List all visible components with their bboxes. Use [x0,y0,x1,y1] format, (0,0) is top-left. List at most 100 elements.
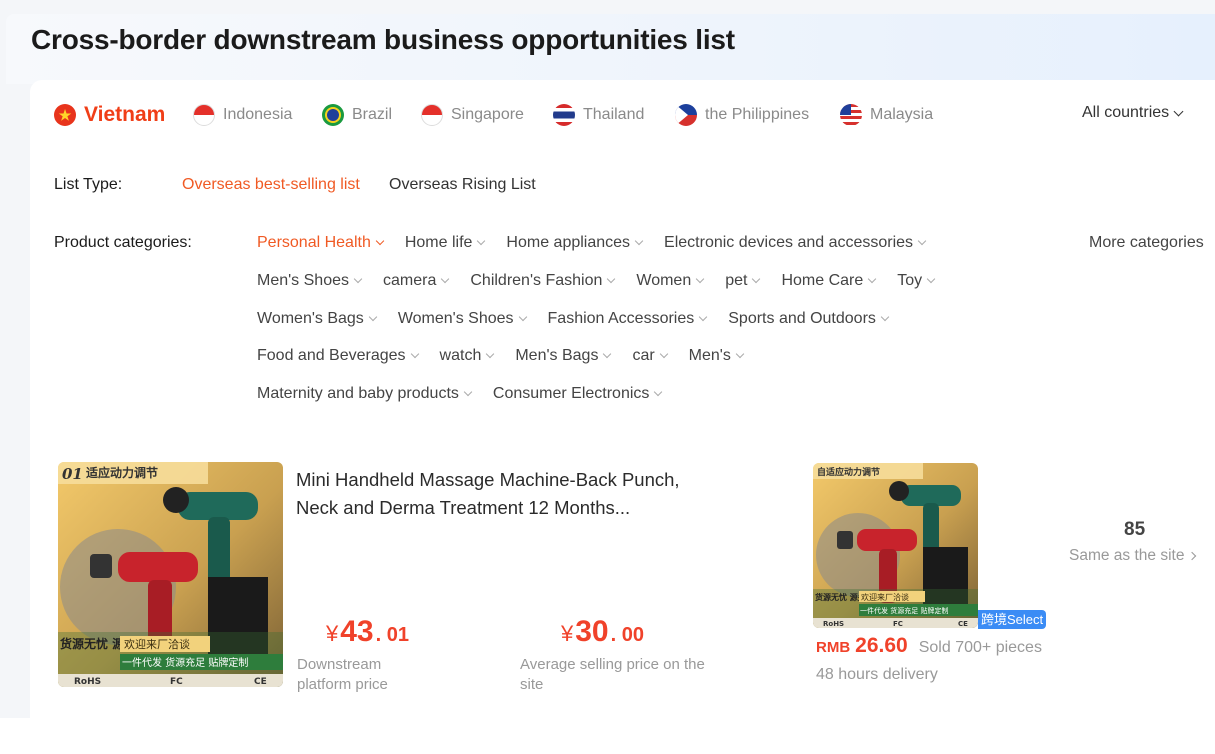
category-label: Home Care [781,272,864,289]
category-label: Men's Shoes [257,272,349,289]
thailand-flag-icon [553,104,575,126]
select-badge: 跨境Select [978,610,1047,629]
brazil-flag-icon [322,104,344,126]
category-label: Electronic devices and accessories [664,234,914,251]
price-integer: 30 [575,615,609,648]
chevron-down-icon [607,274,616,284]
image-banner-text: 自适应动力调节 [817,466,880,478]
country-label: Malaysia [870,106,934,123]
category-label: Consumer Electronics [492,385,650,402]
chevron-down-icon [518,312,527,322]
category-label: Women's Bags [257,310,364,327]
category-car[interactable]: car [632,347,668,365]
average-price: ¥ 30 . 00 [561,615,644,649]
category-label: Women [636,272,692,289]
category-mens-shoes[interactable]: Men's Shoes [257,272,363,290]
same-as-site-link[interactable]: Same as the site [1069,547,1197,565]
category-row: Men's Shoes camera Children's Fashion Wo… [257,272,936,290]
category-maternity-baby[interactable]: Maternity and baby products [257,385,473,403]
downstream-price: ¥ 43 . 01 [326,615,409,649]
country-label: the Philippines [705,106,810,123]
category-label: Food and Beverages [257,347,406,364]
currency-symbol: ¥ [561,621,574,646]
category-camera[interactable]: camera [383,272,450,290]
image-banner-text: 适应动力调节 [86,465,158,480]
category-label: Maternity and baby products [257,385,459,402]
source-price: 26.60 [855,634,908,657]
list-type-label: List Type: [54,176,123,193]
singapore-flag-icon [421,104,443,126]
country-tab-philippines[interactable]: the Philippines [675,100,809,130]
country-tab-brazil[interactable]: Brazil [322,100,392,130]
category-row: Personal Health Home life Home appliance… [257,234,927,252]
country-label: Singapore [451,106,524,123]
chevron-down-icon [654,387,663,397]
price-decimal: . 00 [610,624,644,646]
chevron-down-icon [868,274,877,284]
source-product-image[interactable]: 自适应动力调节 货源无忧 源头厂家 欢迎来厂洽谈 一件代发 货源充足 贴牌定制 … [813,463,978,628]
category-electronic-devices[interactable]: Electronic devices and accessories [664,234,927,252]
chevron-down-icon [441,274,450,284]
category-personal-health[interactable]: Personal Health [257,234,385,252]
category-childrens-fashion[interactable]: Children's Fashion [470,272,616,290]
rank-label: 01 [62,465,83,483]
category-home-appliances[interactable]: Home appliances [506,234,644,252]
category-consumer-electronics[interactable]: Consumer Electronics [492,385,663,403]
chevron-down-icon [699,312,708,322]
category-sports-outdoors[interactable]: Sports and Outdoors [728,310,890,328]
chevron-down-icon [353,274,363,284]
chevron-down-icon [463,387,473,397]
category-womens-bags[interactable]: Women's Bags [257,310,378,328]
chevron-right-icon [1188,551,1197,561]
all-countries-label: All countries [1082,104,1170,121]
category-home-life[interactable]: Home life [405,234,486,252]
indonesia-flag-icon [193,104,215,126]
category-womens-shoes[interactable]: Women's Shoes [397,310,527,328]
chevron-down-icon [752,274,761,284]
category-watch[interactable]: watch [440,347,495,365]
rohs-label: RoHS [823,620,844,628]
category-pet[interactable]: pet [725,272,761,290]
product-image[interactable]: 01 适应动力调节 货源无忧 源头厂家 欢迎来厂洽谈 一件代发 货源充足 贴牌定… [58,462,283,687]
category-mens-bags[interactable]: Men's Bags [515,347,612,365]
currency-symbol: ¥ [326,621,339,646]
category-food-beverages[interactable]: Food and Beverages [257,347,419,365]
more-categories-link[interactable]: More categories [1089,234,1204,252]
category-toy[interactable]: Toy [897,272,936,290]
price-decimal: . 01 [375,624,409,646]
category-label: camera [383,272,437,289]
image-service-text: 一件代发 货源充足 贴牌定制 [122,656,248,669]
category-label: car [632,347,655,364]
category-home-care[interactable]: Home Care [781,272,877,290]
country-tab-singapore[interactable]: Singapore [421,100,524,130]
chevron-down-icon [603,349,612,359]
ce-label: CE [958,620,968,628]
rohs-label: RoHS [74,677,101,687]
all-countries-dropdown[interactable]: All countries [1082,104,1184,122]
delivery-time: 48 hours delivery [816,666,938,683]
product-title[interactable]: Mini Handheld Massage Machine-Back Punch… [296,466,716,522]
country-label: Vietnam [84,103,166,126]
category-label: Personal Health [257,234,371,251]
chevron-down-icon [1173,106,1184,116]
category-mens[interactable]: Men's [688,347,745,365]
country-tab-vietnam[interactable]: Vietnam [54,100,165,130]
list-type-best-selling[interactable]: Overseas best-selling list [182,176,360,194]
category-women[interactable]: Women [636,272,705,290]
price-integer: 43 [340,615,374,648]
country-tab-indonesia[interactable]: Indonesia [193,100,292,130]
list-type-rising[interactable]: Overseas Rising List [389,176,536,194]
chevron-down-icon [375,236,385,246]
category-fashion-accessories[interactable]: Fashion Accessories [548,310,708,328]
image-welcome-text: 欢迎来厂洽谈 [124,637,190,651]
category-row: Maternity and baby products Consumer Ele… [257,385,663,403]
country-tab-malaysia[interactable]: Malaysia [840,100,933,130]
average-price-label: Average selling price on the site [520,656,705,693]
category-label: Men's [688,347,731,364]
category-label: Women's Shoes [397,310,514,327]
country-label: Brazil [352,106,393,123]
chevron-down-icon [735,349,745,359]
malaysia-flag-icon [840,104,862,126]
country-tab-thailand[interactable]: Thailand [553,100,644,130]
downstream-price-label: Downstream platform price [297,656,388,693]
